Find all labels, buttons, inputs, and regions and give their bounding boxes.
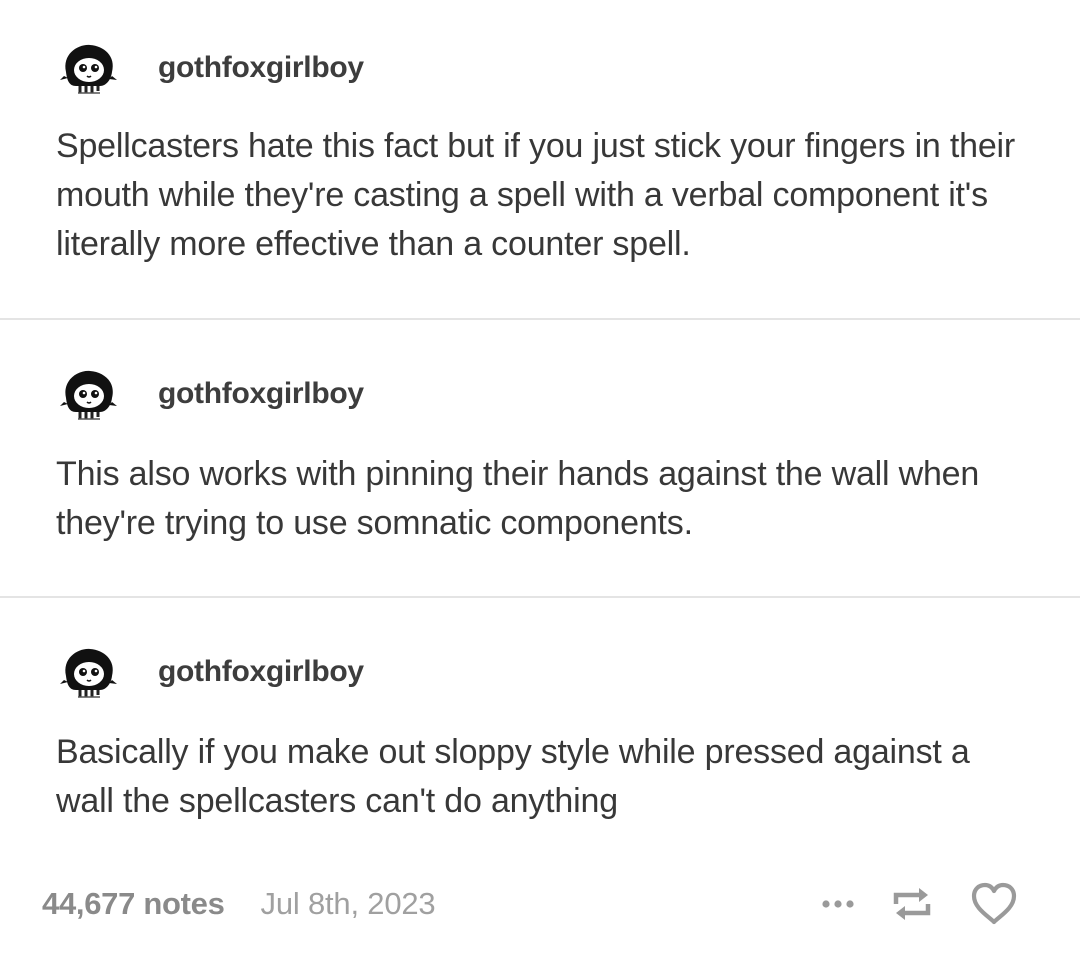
goth-character-avatar-icon [60, 44, 117, 94]
more-button[interactable] [814, 880, 862, 928]
more-icon [822, 900, 854, 908]
goth-character-avatar-icon [60, 648, 117, 698]
notes-count[interactable]: 44,677 notes [42, 886, 225, 922]
username[interactable]: gothfoxgirlboy [158, 51, 364, 85]
username[interactable]: gothfoxgirlboy [158, 377, 364, 411]
avatar[interactable] [56, 362, 120, 426]
author-row: gothfoxgirlboy [56, 640, 1024, 704]
reblog-entry-2: gothfoxgirlboy This also works with pinn… [0, 320, 1080, 596]
author-row: gothfoxgirlboy [56, 36, 1024, 100]
avatar[interactable] [56, 640, 120, 704]
like-button[interactable] [968, 878, 1020, 930]
author-row: gothfoxgirlboy [56, 362, 1024, 426]
post-text: This also works with pinning their hands… [56, 455, 980, 542]
post-date: Jul 8th, 2023 [260, 886, 436, 921]
heart-icon [971, 882, 1017, 925]
goth-character-avatar-icon [60, 370, 117, 420]
post-text: Spellcasters hate this fact but if you j… [56, 127, 1016, 263]
username[interactable]: gothfoxgirlboy [158, 655, 364, 689]
reblog-button[interactable] [888, 880, 936, 928]
post-text: Basically if you make out sloppy style w… [56, 733, 970, 820]
post-footer: 44,677 notes Jul 8th, 2023 [0, 872, 1080, 936]
reblog-entry-1: gothfoxgirlboy Spellcasters hate this fa… [0, 0, 1080, 318]
reblog-entry-3: gothfoxgirlboy Basically if you make out… [0, 598, 1080, 826]
reblog-icon [893, 888, 931, 920]
avatar[interactable] [56, 36, 120, 100]
footer-actions [814, 878, 1024, 930]
